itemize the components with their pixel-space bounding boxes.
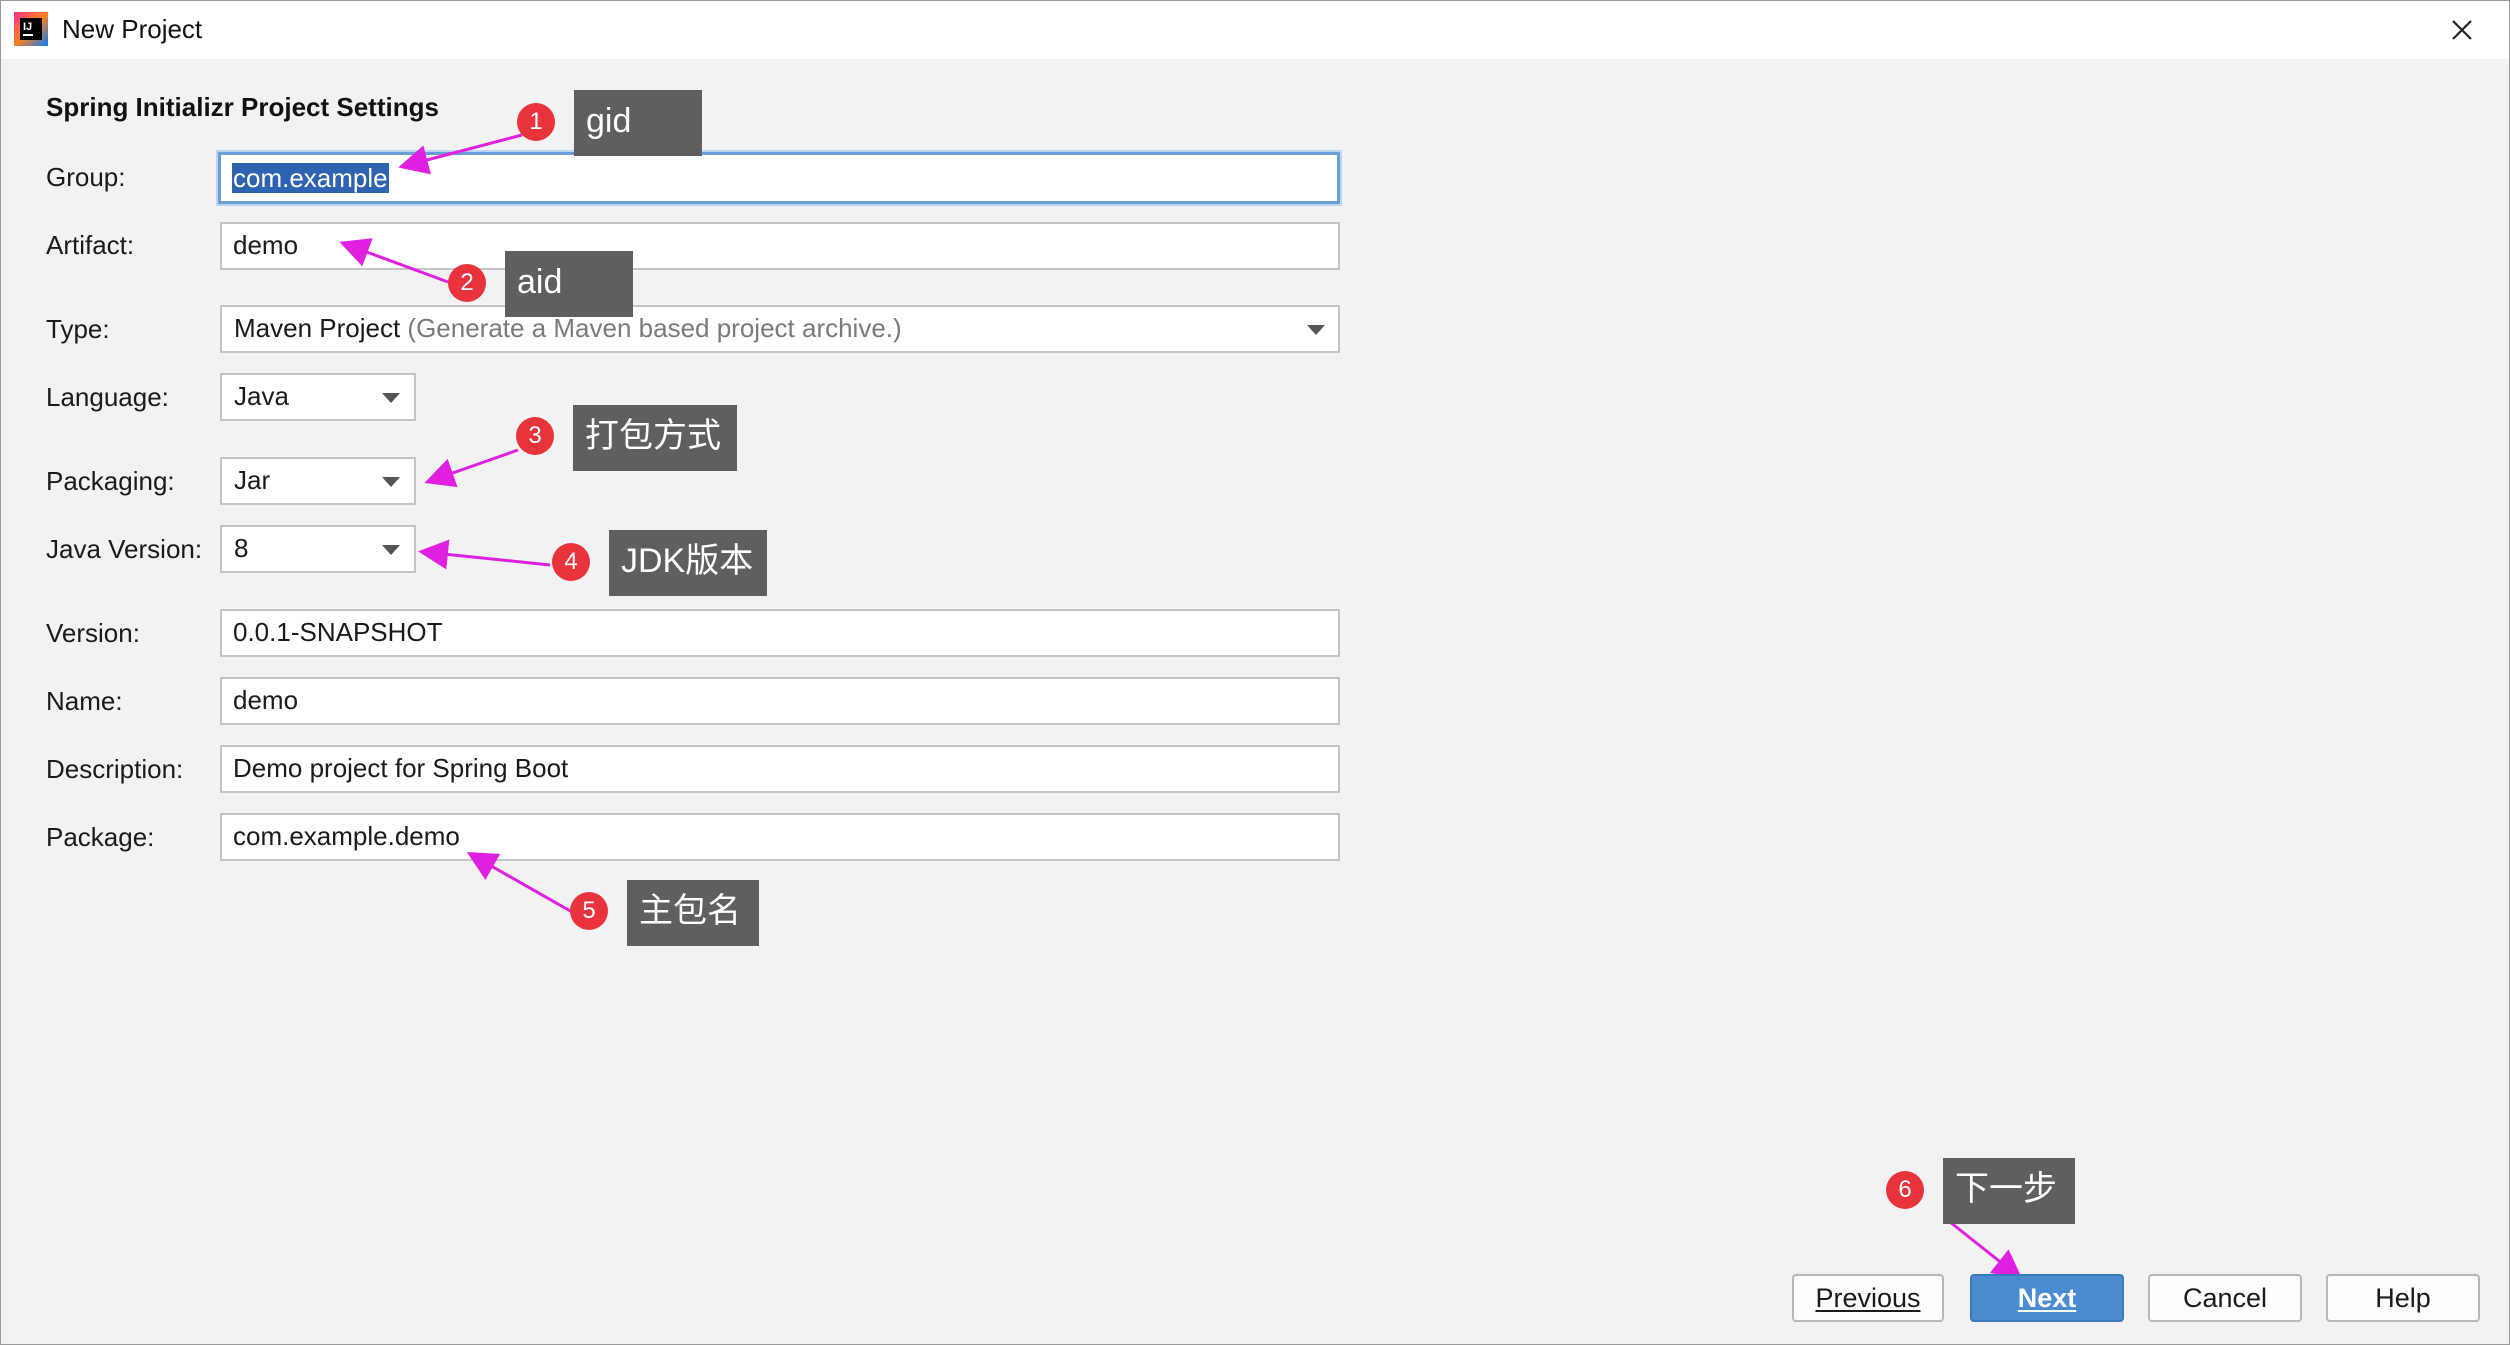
svg-text:IJ: IJ bbox=[23, 21, 32, 33]
annotation-tip-1: gid bbox=[574, 90, 702, 156]
version-label: Version: bbox=[46, 618, 140, 648]
intellij-idea-icon: IJ bbox=[14, 12, 48, 46]
section-title: Spring Initializr Project Settings bbox=[46, 92, 439, 122]
annotation-badge-2: 2 bbox=[448, 264, 486, 302]
annotation-badge-4: 4 bbox=[552, 543, 590, 581]
next-button[interactable]: Next bbox=[1970, 1274, 2124, 1322]
artifact-input[interactable]: demo bbox=[220, 222, 1340, 270]
type-hint: (Generate a Maven based project archive.… bbox=[407, 313, 902, 343]
language-label: Language: bbox=[46, 382, 169, 412]
package-input[interactable]: com.example.demo bbox=[220, 813, 1340, 861]
bottom-edge bbox=[0, 1333, 2510, 1345]
window-title: New Project bbox=[62, 14, 203, 44]
help-button[interactable]: Help bbox=[2326, 1274, 2480, 1322]
description-label: Description: bbox=[46, 754, 184, 784]
annotation-tip-6: 下一步 bbox=[1943, 1158, 2075, 1224]
chevron-down-icon[interactable] bbox=[382, 393, 400, 403]
type-select[interactable]: Maven Project (Generate a Maven based pr… bbox=[220, 305, 1340, 353]
type-value: Maven Project bbox=[234, 313, 401, 343]
title-bar bbox=[1, 1, 2509, 59]
group-input[interactable]: com.example bbox=[218, 152, 1340, 204]
name-label: Name: bbox=[46, 686, 123, 716]
package-label: Package: bbox=[46, 822, 155, 852]
cancel-button[interactable]: Cancel bbox=[2148, 1274, 2302, 1322]
close-button[interactable] bbox=[2440, 8, 2484, 52]
version-input[interactable]: 0.0.1-SNAPSHOT bbox=[220, 609, 1340, 657]
packaging-label: Packaging: bbox=[46, 466, 175, 496]
java-version-label: Java Version: bbox=[46, 534, 203, 564]
annotation-badge-6: 6 bbox=[1886, 1171, 1924, 1209]
chevron-down-icon[interactable] bbox=[1307, 325, 1325, 335]
next-button-label: Next bbox=[2017, 1283, 2077, 1313]
annotation-badge-5: 5 bbox=[570, 892, 608, 930]
annotation-tip-2: aid bbox=[505, 251, 633, 317]
description-input[interactable]: Demo project for Spring Boot bbox=[220, 745, 1340, 793]
annotation-tip-3: 打包方式 bbox=[573, 405, 737, 471]
chevron-down-icon[interactable] bbox=[382, 545, 400, 555]
annotation-badge-1: 1 bbox=[517, 103, 555, 141]
group-input-value: com.example bbox=[232, 163, 389, 193]
annotation-badge-3: 3 bbox=[516, 417, 554, 455]
artifact-label: Artifact: bbox=[46, 230, 135, 260]
chevron-down-icon[interactable] bbox=[382, 477, 400, 487]
type-label: Type: bbox=[46, 314, 110, 344]
previous-button-label: Previous bbox=[1815, 1283, 1921, 1313]
group-label: Group: bbox=[46, 162, 126, 192]
previous-button[interactable]: Previous bbox=[1792, 1274, 1944, 1322]
close-icon bbox=[2452, 20, 2472, 40]
annotation-tip-5: 主包名 bbox=[627, 880, 759, 946]
annotation-tip-4: JDK版本 bbox=[609, 530, 767, 596]
name-input[interactable]: demo bbox=[220, 677, 1340, 725]
